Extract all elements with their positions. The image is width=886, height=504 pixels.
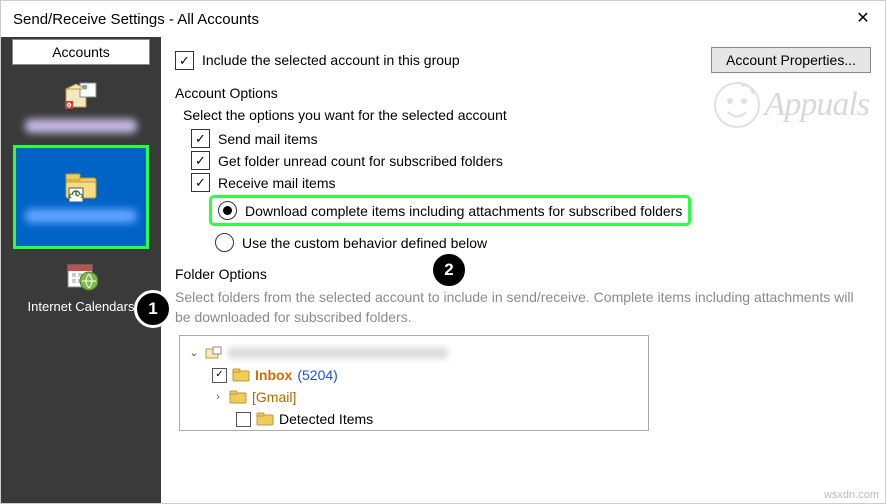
- credit: wsxdn.com: [824, 489, 879, 501]
- account-properties-button[interactable]: Account Properties...: [711, 47, 871, 73]
- account-icon: [17, 79, 145, 113]
- sidebar-header: Accounts: [12, 39, 150, 65]
- accounts-sidebar: Accounts: [1, 37, 161, 503]
- download-complete-label: Download complete items including attach…: [245, 203, 682, 219]
- unread-count-checkbox[interactable]: ✓: [191, 151, 210, 170]
- window-title: Send/Receive Settings - All Accounts: [13, 11, 841, 28]
- detected-checkbox[interactable]: [236, 412, 251, 427]
- detected-label[interactable]: Detected Items: [279, 408, 373, 430]
- folder-icon: [232, 368, 250, 382]
- inbox-label[interactable]: Inbox: [255, 364, 292, 386]
- close-icon[interactable]: ✕: [841, 1, 885, 37]
- include-account-checkbox[interactable]: ✓: [175, 51, 194, 70]
- account-options-heading: Account Options: [175, 85, 871, 101]
- send-mail-label: Send mail items: [218, 131, 318, 147]
- account-item-1[interactable]: [13, 69, 149, 145]
- send-mail-checkbox[interactable]: ✓: [191, 129, 210, 148]
- account-options-desc: Select the options you want for the sele…: [183, 107, 871, 123]
- custom-behavior-option[interactable]: Use the custom behavior defined below: [215, 233, 871, 252]
- download-complete-radio[interactable]: [218, 201, 237, 220]
- folder-icon: [17, 169, 145, 203]
- annotation-2: 2: [430, 251, 468, 289]
- internet-calendars-item[interactable]: Internet Calendars: [13, 249, 149, 324]
- annotation-1: 1: [134, 290, 172, 328]
- chevron-right-icon[interactable]: ›: [212, 386, 224, 408]
- calendar-icon: [17, 259, 145, 293]
- folder-icon: [256, 412, 274, 426]
- account-email: [228, 347, 448, 359]
- chevron-down-icon[interactable]: ⌄: [188, 342, 200, 364]
- internet-calendars-label: Internet Calendars: [28, 299, 135, 314]
- gmail-label[interactable]: [Gmail]: [252, 386, 296, 408]
- mailbox-icon: [205, 346, 223, 360]
- custom-behavior-radio[interactable]: [215, 233, 234, 252]
- unread-count-label: Get folder unread count for subscribed f…: [218, 153, 503, 169]
- receive-mail-checkbox[interactable]: ✓: [191, 173, 210, 192]
- custom-behavior-label: Use the custom behavior defined below: [242, 235, 487, 251]
- inbox-count: (5204): [297, 364, 337, 386]
- folder-options-heading: Folder Options: [175, 266, 871, 282]
- account-label-2: [25, 209, 137, 223]
- account-label-1: [25, 119, 137, 133]
- folder-tree[interactable]: ⌄ ✓ Inbox (5204): [179, 335, 649, 431]
- include-account-label: Include the selected account in this gro…: [202, 52, 460, 68]
- account-item-2[interactable]: [13, 145, 149, 249]
- receive-mail-label: Receive mail items: [218, 175, 335, 191]
- inbox-checkbox[interactable]: ✓: [212, 368, 227, 383]
- download-complete-option[interactable]: Download complete items including attach…: [209, 195, 691, 226]
- folder-icon: [229, 390, 247, 404]
- folder-options-desc: Select folders from the selected account…: [175, 288, 871, 327]
